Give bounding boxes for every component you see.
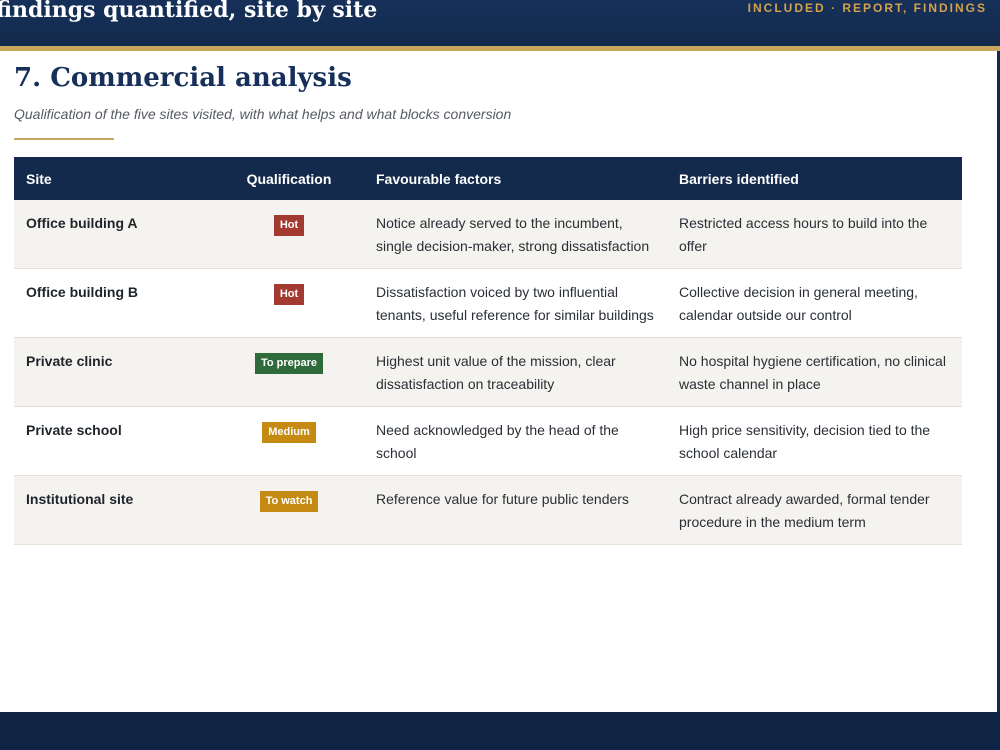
barriers-cell: No hospital hygiene certification, no cl… [667,337,962,407]
site-cell: Office building B [14,268,214,338]
top-banner: findings quantified, site by site INCLUD… [0,0,1000,46]
favourable-cell: Notice already served to the incumbent, … [364,200,667,269]
table-row: Institutional site To watch Reference va… [14,475,962,545]
qualification-cell: To prepare [214,337,364,407]
qualification-badge: To watch [259,491,319,512]
barriers-cell: Collective decision in general meeting, … [667,268,962,338]
accent-rule [14,138,114,140]
table-header-row: Site Qualification Favourable factors Ba… [14,157,962,200]
site-cell: Private clinic [14,337,214,407]
column-header-qualification: Qualification [214,157,364,200]
table-row: Office building A Hot Notice already ser… [14,200,962,269]
qualification-cell: Medium [214,406,364,476]
favourable-cell: Reference value for future public tender… [364,475,667,545]
site-cell: Office building A [14,200,214,269]
qualification-cell: Hot [214,268,364,338]
qualification-badge: To prepare [254,353,324,374]
qualification-cell: To watch [214,475,364,545]
favourable-cell: Need acknowledged by the head of the sch… [364,406,667,476]
table-row: Private school Medium Need acknowledged … [14,406,962,476]
site-cell: Institutional site [14,475,214,545]
qualification-cell: Hot [214,200,364,269]
barriers-cell: Contract already awarded, formal tender … [667,475,962,545]
banner-title: findings quantified, site by site [0,0,378,23]
section-title: 7. Commercial analysis [14,63,352,93]
column-header-barriers: Barriers identified [667,157,962,200]
qualification-badge: Hot [273,215,305,236]
favourable-cell: Dissatisfaction voiced by two influentia… [364,268,667,338]
qualification-badge: Medium [262,422,316,443]
qualification-badge: Hot [273,284,305,305]
section-subtitle: Qualification of the five sites visited,… [14,106,512,122]
favourable-cell: Highest unit value of the mission, clear… [364,337,667,407]
bottom-band [0,712,1000,750]
banner-tag: INCLUDED · REPORT, FINDINGS [747,1,987,15]
column-header-favourable-factors: Favourable factors [364,157,667,200]
barriers-cell: Restricted access hours to build into th… [667,200,962,269]
commercial-analysis-table: Site Qualification Favourable factors Ba… [14,157,962,545]
site-cell: Private school [14,406,214,476]
table-row: Office building B Hot Dissatisfaction vo… [14,268,962,338]
barriers-cell: High price sensitivity, decision tied to… [667,406,962,476]
table-row: Private clinic To prepare Highest unit v… [14,337,962,407]
column-header-site: Site [14,157,214,200]
